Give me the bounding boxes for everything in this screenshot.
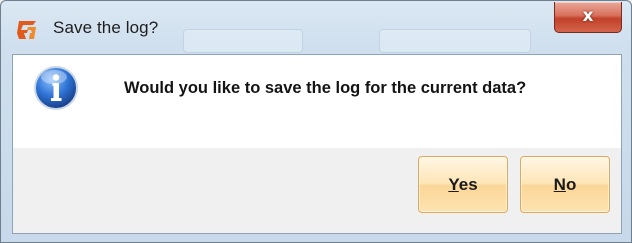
dialog-message: Would you like to save the log for the c… — [124, 79, 527, 97]
dialog-body: Would you like to save the log for the c… — [12, 54, 622, 234]
yes-button-label: Yes — [419, 175, 507, 195]
yes-rest: es — [458, 175, 478, 194]
window-title: Save the log? — [53, 18, 159, 37]
no-button-label: No — [521, 175, 609, 195]
yes-button[interactable]: Yes — [418, 156, 508, 213]
close-button[interactable]: x — [554, 2, 622, 33]
yes-mnemonic: Y — [448, 175, 459, 194]
dialog-window: Save the log? x Would you like to save t… — [0, 0, 632, 243]
info-icon — [34, 66, 78, 110]
app-logo-icon — [17, 21, 36, 39]
no-rest: o — [565, 175, 577, 194]
message-area: Would you like to save the log for the c… — [13, 55, 621, 148]
close-icon: x — [582, 6, 594, 26]
title-bar[interactable]: Save the log? x — [1, 1, 631, 53]
no-mnemonic: N — [553, 175, 566, 194]
no-button[interactable]: No — [520, 156, 610, 213]
